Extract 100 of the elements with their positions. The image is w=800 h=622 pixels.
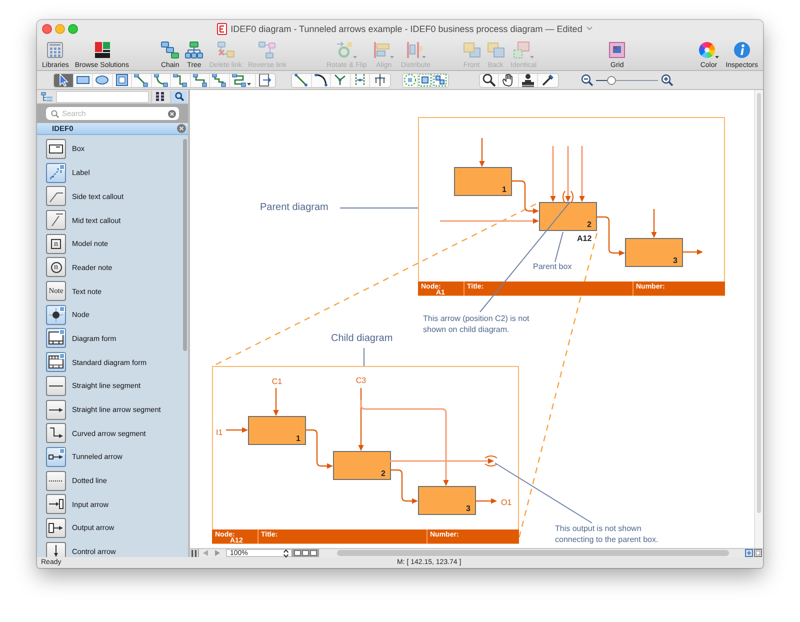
rectangle-tool-button[interactable] (74, 74, 93, 87)
arrow-label: C1 (272, 377, 282, 386)
diagram-caption: Child diagram (331, 333, 393, 346)
loop-connector-icon (232, 74, 252, 87)
arrow (550, 146, 556, 202)
color-blocks-icon (92, 40, 111, 59)
arrow (651, 209, 657, 238)
window-title: IDEF0 diagram - Tunneled arrows example - IDEF0 business process diagram — Edited (230, 24, 582, 34)
blank-field[interactable] (56, 90, 149, 103)
slider-thumb[interactable] (607, 76, 616, 85)
ring-arrow-icon (336, 40, 358, 59)
right-triangle-icon (214, 550, 220, 556)
arrow-label: O1 (501, 498, 512, 508)
pause-icon (191, 550, 197, 557)
document-icon (216, 22, 227, 35)
arrow (596, 216, 625, 256)
annotation-note: This output is not shown connecting to the parent box. (555, 524, 660, 546)
stepper-icon[interactable] (283, 548, 289, 558)
search-icon (174, 92, 184, 102)
picture-frame-icon (608, 40, 626, 59)
box-number: 1 (296, 434, 300, 444)
eyedropper-icon (540, 74, 555, 87)
dashed-frame-icon (418, 74, 432, 87)
line-icon (294, 74, 308, 87)
library-grid-icon (46, 40, 64, 59)
dashed-circle-tool-button[interactable] (402, 74, 418, 87)
close-icon[interactable] (177, 124, 186, 134)
polyline-icon (333, 74, 348, 87)
dashed-frame-tool-button[interactable] (418, 74, 432, 87)
scrollbar[interactable] (754, 90, 763, 548)
tree-icon (185, 40, 204, 59)
arrow-label: I1 (216, 428, 223, 438)
straight-connector-icon (134, 74, 148, 87)
dashed-group-tool-button[interactable] (432, 74, 448, 87)
process-box (539, 202, 597, 232)
zoom-in-icon[interactable] (660, 74, 672, 86)
process-box (454, 167, 512, 196)
linked-boxes-icon (258, 40, 276, 59)
info-icon (732, 40, 751, 59)
zigzag-connector-tool-button[interactable] (210, 74, 230, 87)
curved-connector-tool-button[interactable] (152, 74, 171, 87)
ellipse-tool-button[interactable] (93, 74, 112, 87)
box-number: 2 (587, 220, 592, 230)
search-view-button[interactable] (170, 90, 187, 103)
arrow (226, 427, 248, 433)
pointer-tool-button[interactable] (54, 74, 74, 87)
diagram-caption: Parent diagram (260, 202, 328, 214)
process-box (333, 451, 391, 480)
arrow (579, 146, 585, 202)
process-box (625, 238, 683, 268)
loop-connector-tool-button[interactable] (230, 74, 256, 87)
stamp-icon (520, 74, 535, 87)
outline-list-icon (40, 92, 52, 102)
reader-note-thumbnail: n (46, 257, 66, 278)
pause-button[interactable] (190, 549, 199, 558)
ellipse-icon (95, 74, 110, 87)
arrow (682, 249, 703, 255)
search-icon (51, 110, 59, 118)
process-box (248, 416, 306, 446)
arrow (475, 498, 497, 504)
step-connector-tool-button[interactable] (190, 74, 210, 87)
arrow (511, 180, 539, 214)
zoom-out-icon[interactable] (580, 74, 592, 86)
zigzag-connector-icon (212, 74, 226, 87)
orthogonal-connector-icon (173, 74, 188, 87)
annotation-note: This arrow (position C2) is not shown on child diagram. (423, 314, 530, 336)
box-number: 1 (502, 185, 506, 194)
straight-connector-tool-button[interactable] (132, 74, 152, 87)
back-squares-icon (486, 40, 504, 59)
line-tool-button[interactable] (292, 74, 312, 87)
chevron-down-icon (586, 26, 594, 32)
arrow (305, 430, 333, 469)
clear-icon[interactable] (168, 110, 176, 118)
arc-tool-button[interactable] (312, 74, 331, 87)
dashed-circle-icon (402, 74, 416, 87)
dashed-group-icon (433, 74, 447, 87)
orthogonal-connector-tool-button[interactable] (171, 74, 190, 87)
zoom-slider[interactable] (596, 76, 658, 85)
align-icon (372, 40, 395, 59)
process-box (418, 486, 476, 516)
parentheses-icon (562, 190, 574, 204)
search-icon (482, 74, 496, 87)
arrow-label: C3 (356, 376, 366, 386)
scrollbar[interactable] (337, 550, 729, 556)
arrow (273, 388, 279, 416)
annotation-note: Parent box (533, 262, 572, 273)
box-number: 2 (381, 469, 386, 478)
identical-squares-icon (512, 40, 535, 59)
distribute-icon (404, 40, 427, 59)
arrow (565, 146, 571, 202)
grid-dots-icon (156, 92, 164, 102)
model-note-thumbnail: n (46, 234, 66, 254)
close-button[interactable] (42, 24, 52, 34)
fit-page-icon[interactable] (745, 549, 753, 558)
linked-boxes-cross-icon (216, 40, 235, 59)
color-wheel-icon (698, 40, 720, 59)
outline-view-button[interactable] (39, 90, 54, 103)
front-squares-icon (462, 40, 480, 59)
parallel-lines-icon (352, 74, 367, 87)
page-icon[interactable] (754, 549, 762, 558)
